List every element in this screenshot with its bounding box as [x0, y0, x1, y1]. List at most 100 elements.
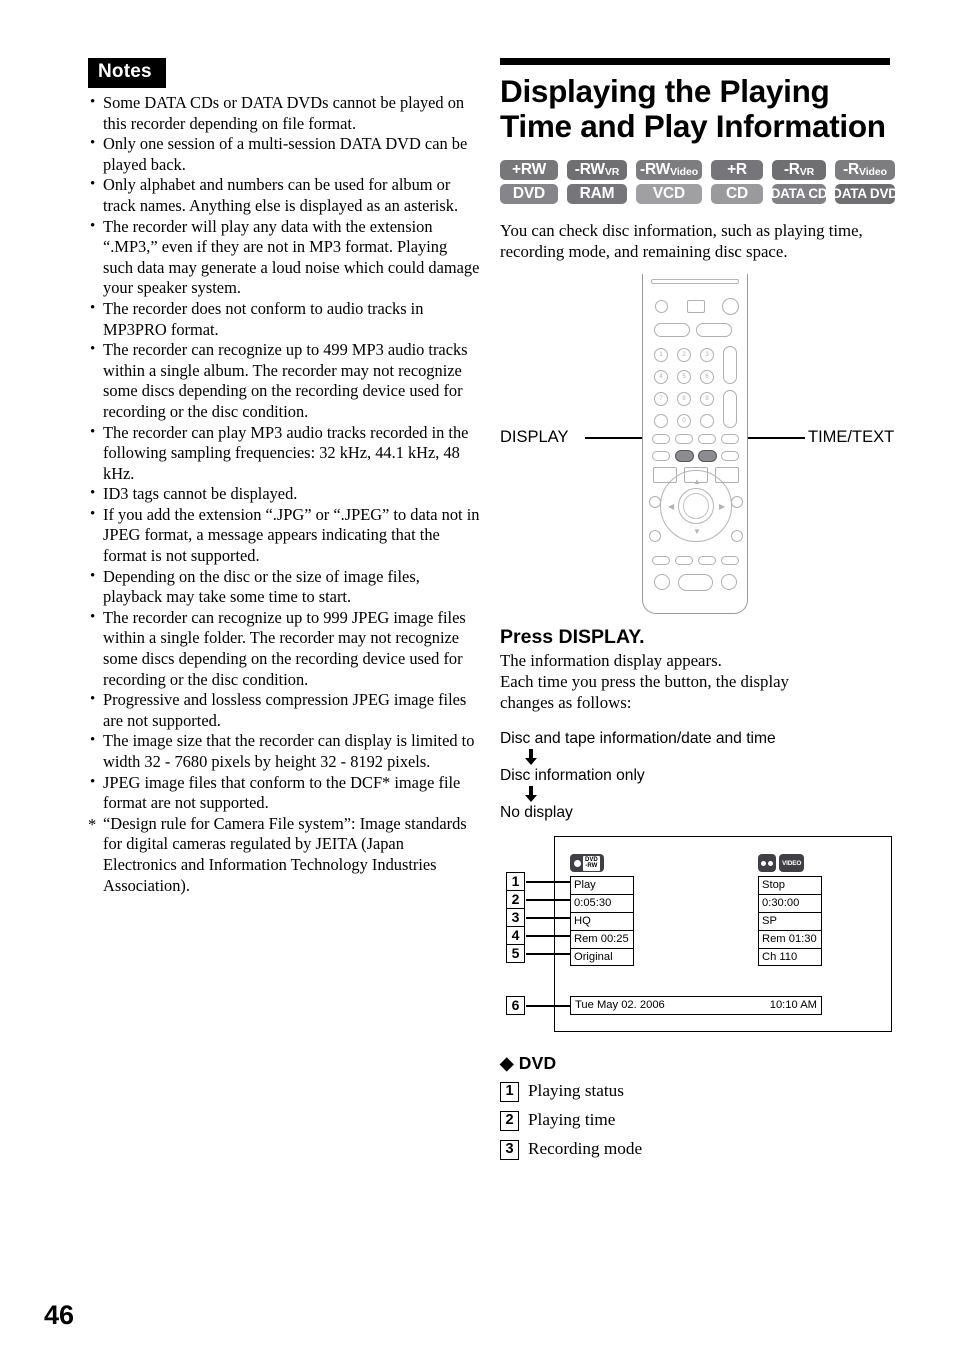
osd-cell-recording-mode: HQ — [570, 912, 634, 930]
manual-page: Notes Some DATA CDs or DATA DVDs cannot … — [0, 0, 954, 1352]
legend-number-box: 1 — [500, 1082, 519, 1102]
dvd-rw-label: DVD -RW — [583, 855, 600, 871]
note-item: The recorder can recognize up to 999 JPE… — [88, 607, 480, 690]
volume-rocker-icon — [723, 346, 737, 384]
note-item: Some DATA CDs or DATA DVDs cannot be pla… — [88, 92, 480, 134]
badge-ram: RAM — [567, 184, 627, 204]
sequence-step: No display — [500, 804, 573, 821]
note-item: JPEG image files that conform to the DCF… — [88, 772, 480, 814]
badge-data-cd: DATA CD — [771, 184, 828, 204]
remote-oval-button — [698, 434, 716, 444]
notes-list: Some DATA CDs or DATA DVDs cannot be pla… — [88, 92, 480, 814]
osd-date: Tue May 02. 2006 — [575, 999, 665, 1011]
keypad-button-2: 2 — [677, 348, 691, 362]
legend-number-box: 3 — [500, 1140, 519, 1160]
legend-item-label: Recording mode — [528, 1139, 643, 1158]
title-button-icon — [731, 496, 743, 508]
sequence-step: Disc information only — [500, 767, 645, 784]
badge-vcd: VCD — [636, 184, 702, 204]
osd-cell-tape-status: Stop — [758, 876, 822, 894]
osd-cell-remaining-time: Rem 00:25 — [570, 930, 634, 948]
step-heading: Press DISPLAY. — [500, 626, 645, 648]
dpad-right-icon: ▶ — [719, 502, 726, 511]
prev-chapter-button-icon — [652, 556, 670, 565]
sequence-step: Disc and tape information/date and time — [500, 730, 776, 747]
badge-data-dvd: DATA DVD — [832, 184, 898, 204]
rewind-slow-button-icon — [675, 556, 693, 565]
dpad-left-icon: ◀ — [668, 502, 675, 511]
section-intro: You can check disc information, such as … — [500, 221, 863, 261]
legend-item: 1 Playing status — [500, 1080, 892, 1102]
callout-timetext-label: TIME/TEXT — [808, 428, 895, 446]
timetext-button-highlight — [698, 450, 717, 462]
osd-video-badge: VIDEO — [779, 854, 805, 872]
remote-pill-button — [696, 323, 732, 337]
keypad-button-7: 7 — [654, 392, 668, 406]
osd-cell-playing-time: 0:05:30 — [570, 894, 634, 912]
legend-number-box: 2 — [500, 1111, 519, 1131]
keypad-button-clear — [654, 414, 668, 428]
notes-footnote: * “Design rule for Camera File system”: I… — [88, 814, 480, 896]
osd-cell-channel: Ch 110 — [758, 948, 822, 966]
disc-format-badge-row-1: +RW -RW VR -RW Video +R -R VR -R Video — [500, 160, 895, 180]
keypad-button-9: 9 — [700, 392, 714, 406]
note-item: Depending on the disc or the size of ima… — [88, 566, 480, 608]
fast-forward-button-icon — [721, 574, 737, 590]
osd-datetime-bar: Tue May 02. 2006 10:10 AM — [570, 996, 822, 1015]
section-rule — [500, 58, 890, 65]
legend-heading-label: DVD — [518, 1053, 557, 1073]
osd-callout-2: 2 — [506, 890, 525, 909]
legend-item-label: Playing status — [528, 1081, 624, 1100]
cassette-reels-icon — [758, 854, 776, 872]
legend-heading: ◆ DVD — [500, 1052, 892, 1074]
disc-format-badges: +RW -RW VR -RW Video +R -R VR -R Video DVD R… — [500, 160, 898, 204]
remote-top-slot — [651, 279, 739, 284]
legend-item-label: Playing time — [528, 1110, 616, 1129]
remote-oval-button — [652, 451, 670, 461]
osd-left-column: Play 0:05:30 HQ Rem 00:25 Original — [570, 876, 634, 966]
remote-pill-button — [654, 323, 690, 337]
osd-callout-5-leader — [526, 953, 570, 955]
dpad-up-icon: ▲ — [693, 477, 701, 486]
osd-right-badge-group: VIDEO — [758, 854, 805, 872]
osd-callout-4: 4 — [506, 926, 525, 945]
osd-cell-tape-time: 0:30:00 — [758, 894, 822, 912]
tv-dvd-button-icon — [722, 298, 739, 315]
note-item: The recorder can recognize up to 499 MP3… — [88, 339, 480, 422]
callout-timetext-leader — [747, 437, 805, 439]
note-item: The recorder will play any data with the… — [88, 216, 480, 299]
note-item: Only alphabet and numbers can be used fo… — [88, 174, 480, 216]
remote-body: 1 2 3 4 5 6 7 8 9 0 ▲ ▼ ◀ ▶ — [642, 274, 748, 614]
note-item: Only one session of a multi-session DATA… — [88, 133, 480, 175]
dpad-down-icon: ▼ — [693, 527, 701, 536]
badge-dvd: DVD — [500, 184, 558, 204]
note-item: If you add the extension “.JPG” or “.JPE… — [88, 504, 480, 567]
osd-left-badge-group: DVD -RW — [570, 854, 604, 872]
legend-section: ◆ DVD 1 Playing status 2 Playing time 3 … — [500, 1052, 892, 1160]
notes-header: Notes — [88, 58, 166, 88]
badge-minus-rw-video: -RW Video — [636, 160, 702, 180]
keypad-button-4: 4 — [654, 370, 668, 384]
step-body-line-3: changes as follows: — [500, 693, 632, 712]
return-button-icon — [649, 530, 661, 542]
page-title: Displaying the Playing Time and Play Inf… — [500, 73, 886, 144]
osd-callout-1-leader — [526, 881, 570, 883]
disc-format-badge-row-2: DVD RAM VCD CD DATA CD DATA DVD — [500, 184, 898, 204]
osd-callout-3-leader — [526, 917, 570, 919]
legend-item: 3 Recording mode — [500, 1138, 892, 1160]
badge-cd: CD — [711, 184, 763, 204]
osd-callout-2-leader — [526, 899, 570, 901]
footnote-text: “Design rule for Camera File system”: Im… — [103, 813, 467, 895]
remote-oval-button — [675, 434, 693, 444]
keypad-button-1: 1 — [654, 348, 668, 362]
power-button-icon — [655, 300, 668, 313]
remote-oval-button — [721, 434, 739, 444]
osd-callout-6: 6 — [506, 996, 525, 1015]
options-button-icon — [731, 530, 743, 542]
osd-callout-4-leader — [526, 935, 570, 937]
keypad-button-0: 0 — [677, 414, 691, 428]
osd-diagram: 1 2 3 4 5 6 DVD -RW VIDEO Play 0:05:30 H… — [500, 836, 892, 1032]
badge-minus-r-video: -R Video — [835, 160, 895, 180]
note-item: The recorder can play MP3 audio tracks r… — [88, 422, 480, 485]
down-arrow-icon — [524, 786, 538, 802]
